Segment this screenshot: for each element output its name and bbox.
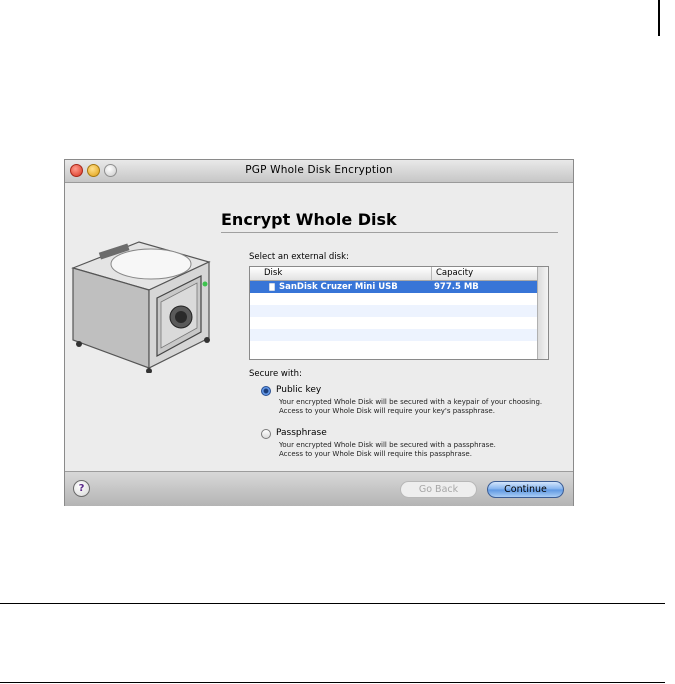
table-row-empty	[250, 305, 538, 317]
select-disk-label: Select an external disk:	[249, 252, 349, 262]
column-disk[interactable]: Disk	[264, 268, 282, 278]
page-heading: Encrypt Whole Disk	[221, 210, 397, 229]
public-key-radio[interactable]	[261, 386, 271, 396]
hard-drive-safe-icon	[71, 241, 211, 373]
table-scrollbar[interactable]	[537, 267, 548, 359]
table-row-empty	[250, 317, 538, 329]
column-separator	[431, 267, 432, 280]
table-row-empty	[250, 341, 538, 353]
disk-capacity: 977.5 MB	[434, 282, 479, 292]
bottom-toolbar: ? Go Back Continue	[65, 471, 573, 506]
public-key-desc-1: Your encrypted Whole Disk will be secure…	[279, 398, 543, 406]
help-icon: ?	[78, 483, 85, 494]
passphrase-desc-1: Your encrypted Whole Disk will be secure…	[279, 441, 496, 449]
public-key-label[interactable]: Public key	[276, 385, 321, 395]
table-row-empty	[250, 329, 538, 341]
title-bar[interactable]: PGP Whole Disk Encryption	[65, 160, 573, 183]
disk-table[interactable]: Disk Capacity SanDisk Cruzer Mini USB 97…	[249, 266, 549, 360]
help-button[interactable]: ?	[73, 480, 90, 497]
heading-divider	[221, 232, 558, 233]
page-rule-top	[0, 603, 665, 604]
window-content: Encrypt Whole Disk Select an external di…	[65, 183, 573, 471]
column-capacity[interactable]: Capacity	[436, 268, 473, 278]
continue-button[interactable]: Continue	[487, 481, 564, 498]
passphrase-desc-2: Access to your Whole Disk will require t…	[279, 450, 472, 458]
page-rule-bottom	[0, 682, 665, 683]
disk-name: SanDisk Cruzer Mini USB	[279, 282, 398, 292]
window-title: PGP Whole Disk Encryption	[245, 164, 393, 176]
public-key-desc-2: Access to your Whole Disk will require y…	[279, 407, 495, 415]
table-header: Disk Capacity	[250, 267, 538, 281]
passphrase-radio[interactable]	[261, 429, 271, 439]
table-row-empty	[250, 293, 538, 305]
usb-disk-icon	[269, 283, 275, 291]
go-back-button[interactable]: Go Back	[400, 481, 477, 498]
table-row[interactable]: SanDisk Cruzer Mini USB 977.5 MB	[250, 281, 538, 293]
secure-with-label: Secure with:	[249, 369, 302, 379]
passphrase-label[interactable]: Passphrase	[276, 428, 327, 438]
pgp-window: PGP Whole Disk Encryption Encrypt Whole …	[64, 159, 574, 506]
page-margin-mark	[658, 0, 660, 36]
